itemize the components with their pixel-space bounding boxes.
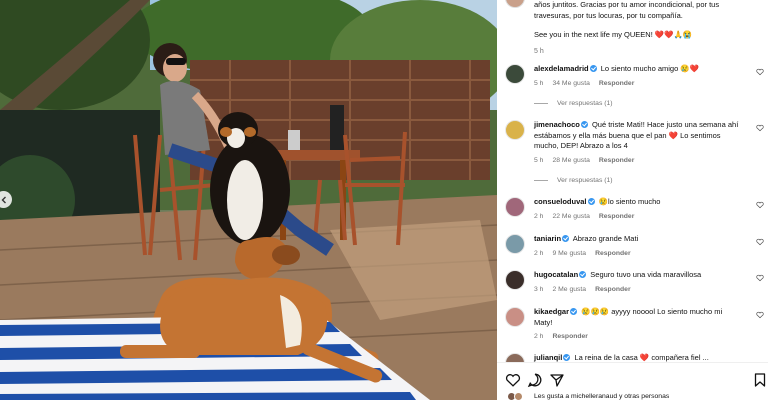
dog-photo-illustration (0, 0, 497, 400)
caption-line: años juntitos. Gracias por tu amor incon… (534, 0, 720, 9)
comment-body: mucho, DEP! Abrazo a los 4 (534, 141, 628, 150)
comment-username[interactable]: jimenachoco (534, 120, 580, 129)
share-icon[interactable] (549, 372, 565, 388)
post-photo (0, 0, 497, 400)
avatar[interactable] (505, 270, 525, 290)
view-replies-button[interactable]: Ver respuestas (1) (534, 177, 613, 184)
view-replies-label: Ver respuestas (1) (557, 177, 613, 184)
comment-body: Qué triste Mati!! Hace justo una semana … (591, 120, 739, 129)
comment-time: 2 h (534, 333, 544, 340)
heart-icon[interactable] (756, 201, 764, 209)
comment-body: Seguro tuvo una vida maravillosa (590, 270, 702, 279)
comment-item: alexdelamadrid Lo siento mucho amigo 😢❤️… (497, 64, 768, 87)
likes-avatars (507, 392, 529, 400)
comments-panel: años juntitos. Gracias por tu amor incon… (497, 0, 768, 400)
verified-badge-icon (563, 354, 571, 361)
comment-text: jimenachoco Qué triste Mati!! Hace justo… (534, 120, 750, 131)
comment-body: estábamos y ella más buena que el pan ❤️… (534, 130, 721, 140)
divider (534, 180, 548, 181)
comment-item: jimenachoco Qué triste Mati!! Hace justo… (497, 120, 768, 164)
likes-summary[interactable]: Les gusta a michelleranaud y otras perso… (534, 393, 669, 400)
comment-body: 😢😢😢 ayyyy nooool Lo siento mucho mi (581, 307, 723, 316)
comment-username[interactable]: consueloduval (534, 197, 587, 206)
comment-username[interactable]: alexdelamadrid (534, 64, 589, 73)
comment-body: Lo siento mucho amigo 😢❤️ (600, 64, 700, 73)
bookmark-icon[interactable] (752, 372, 768, 388)
view-replies-label: Ver respuestas (1) (557, 100, 613, 107)
verified-badge-icon (589, 65, 597, 72)
reply-button[interactable]: Responder (595, 286, 631, 293)
comment-username[interactable]: julianqil (534, 353, 562, 362)
heart-icon[interactable] (505, 372, 521, 388)
divider (534, 103, 548, 104)
comment-username[interactable]: taniarin (534, 234, 561, 243)
view-replies-button[interactable]: Ver respuestas (1) (534, 100, 613, 107)
comment-meta: 5 h 34 Me gusta Responder (534, 80, 750, 87)
avatar[interactable] (505, 197, 525, 217)
caption-time: 5 h (534, 47, 544, 55)
comment-text: consueloduval 😢lo siento mucho (534, 197, 750, 208)
comment-text: hugocatalan Seguro tuvo una vida maravil… (534, 270, 750, 281)
comment-item: kikaedgar 😢😢😢 ayyyy nooool Lo siento muc… (497, 307, 768, 340)
comment-likes[interactable]: 9 Me gusta (552, 250, 586, 257)
heart-icon[interactable] (756, 274, 764, 282)
comment-likes[interactable]: 22 Me gusta (552, 213, 589, 220)
comment-icon[interactable] (527, 372, 543, 388)
verified-badge-icon (587, 198, 595, 205)
verified-badge-icon (562, 235, 570, 242)
reply-button[interactable]: Responder (595, 250, 631, 257)
avatar[interactable] (505, 120, 525, 140)
comment-time: 5 h (534, 79, 544, 87)
heart-icon[interactable] (756, 238, 764, 246)
caption-line: travesuras, por tus locuras, por tu comp… (534, 10, 683, 20)
heart-icon[interactable] (756, 124, 764, 132)
comment-username[interactable]: hugocatalan (534, 270, 578, 279)
comment-meta: 5 h 28 Me gusta Responder (534, 157, 750, 164)
avatar[interactable] (505, 307, 525, 327)
heart-icon[interactable] (756, 311, 764, 319)
chevron-left-icon (1, 196, 6, 203)
comment-meta: 3 h 2 Me gusta Responder (534, 286, 750, 293)
comment-text: taniarin Abrazo grande Mati (534, 234, 750, 245)
author-avatar[interactable] (505, 0, 525, 8)
comment-meta: 2 h 9 Me gusta Responder (534, 250, 750, 257)
avatar[interactable] (505, 234, 525, 254)
comment-likes[interactable]: 34 Me gusta (552, 80, 589, 87)
comment-body: Maty! (534, 317, 553, 327)
comment-meta: 2 h 22 Me gusta Responder (534, 213, 750, 220)
post-caption: años juntitos. Gracias por tu amor incon… (497, 0, 768, 57)
comment-time: 2 h (534, 212, 544, 220)
heart-icon[interactable] (756, 68, 764, 76)
verified-badge-icon (580, 121, 588, 128)
comment-item: consueloduval 😢lo siento mucho 2 h 22 Me … (497, 197, 768, 220)
comment-meta: 2 h Responder (534, 333, 750, 340)
comment-item: taniarin Abrazo grande Mati 2 h 9 Me gust… (497, 234, 768, 257)
comment-item: hugocatalan Seguro tuvo una vida maravil… (497, 270, 768, 293)
caption-line: See you in the next life my QUEEN! ❤️❤️🙏… (534, 30, 693, 39)
comment-body: Abrazo grande Mati (572, 234, 639, 243)
reply-button[interactable]: Responder (599, 213, 635, 220)
comment-time: 5 h (534, 156, 544, 164)
comment-body: La reina de la casa ❤️ compañera fiel ..… (574, 353, 709, 362)
comment-likes[interactable]: 28 Me gusta (552, 157, 589, 164)
comment-text: kikaedgar 😢😢😢 ayyyy nooool Lo siento muc… (534, 307, 750, 318)
comment-likes[interactable]: 2 Me gusta (552, 286, 586, 293)
reply-button[interactable]: Responder (599, 157, 635, 164)
comment-text: alexdelamadrid Lo siento mucho amigo 😢❤️ (534, 64, 750, 75)
verified-badge-icon (570, 308, 578, 315)
comment-username[interactable]: kikaedgar (534, 307, 569, 316)
verified-badge-icon (579, 271, 587, 278)
reply-button[interactable]: Responder (552, 333, 588, 340)
avatar[interactable] (505, 64, 525, 84)
reply-button[interactable]: Responder (599, 80, 635, 87)
comment-time: 3 h (534, 285, 544, 293)
comment-body: 😢lo siento mucho (598, 197, 661, 206)
comment-time: 2 h (534, 249, 544, 257)
